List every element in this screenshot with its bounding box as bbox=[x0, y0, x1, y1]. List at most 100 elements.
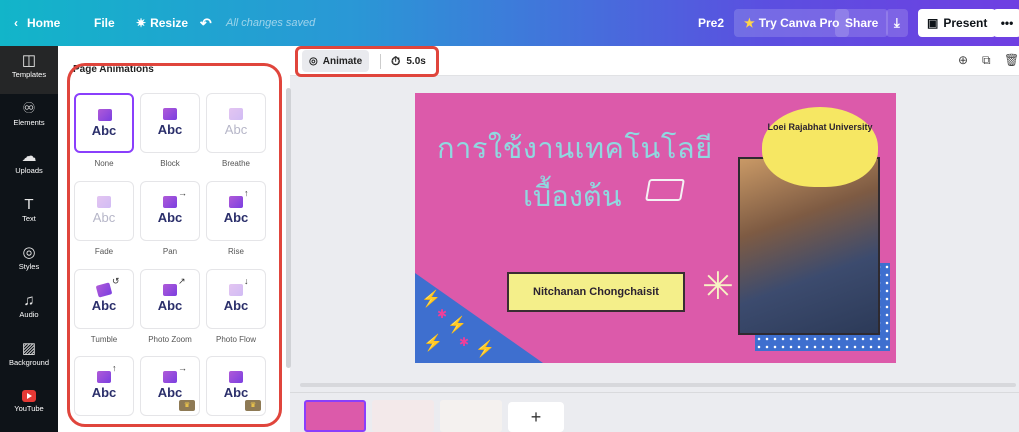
preview-text: Abc bbox=[157, 122, 183, 137]
duration-label: 5.0s bbox=[406, 55, 426, 67]
nav-templates[interactable]: ◫ Templates bbox=[0, 46, 58, 94]
page-thumbnail-1[interactable] bbox=[304, 400, 366, 432]
animation-label: Pan bbox=[162, 247, 178, 256]
crown-icon: ♛ bbox=[245, 400, 261, 411]
preview-text: Abc bbox=[92, 210, 116, 225]
more-options-icon[interactable]: ••• bbox=[993, 9, 1019, 37]
add-page-icon[interactable]: ⊕ bbox=[958, 53, 968, 67]
preview-text: Abc bbox=[224, 122, 248, 137]
nav-elements[interactable]: ♾ Elements bbox=[0, 94, 58, 142]
nav-label: Uploads bbox=[15, 166, 43, 175]
nav-label: YouTube bbox=[14, 404, 44, 413]
animate-icon: ◎ bbox=[309, 55, 318, 67]
download-icon[interactable]: ⤓ bbox=[886, 9, 908, 37]
animate-button[interactable]: ◎ Animate bbox=[302, 50, 370, 72]
animation-photo-flow[interactable]: ↓ Abc bbox=[206, 269, 266, 329]
present-label: Present bbox=[943, 16, 988, 30]
animation-tumble[interactable]: ↺ Abc bbox=[74, 269, 134, 329]
delete-page-icon[interactable]: 🗑 bbox=[1004, 53, 1019, 67]
laptop-icon bbox=[645, 179, 685, 201]
panel-scrollbar[interactable] bbox=[286, 88, 291, 368]
animation-breathe[interactable]: Abc bbox=[206, 93, 266, 153]
resize-button[interactable]: ✷ Resize bbox=[136, 0, 188, 46]
animation-option[interactable]: → Abc ♛ bbox=[140, 356, 200, 416]
present-icon: ▣ bbox=[927, 16, 939, 30]
present-button[interactable]: ▣ Present bbox=[918, 9, 997, 37]
arrow-up-icon: ↑ bbox=[244, 188, 249, 198]
animation-label: Photo Flow bbox=[215, 335, 257, 344]
animation-block[interactable]: Abc bbox=[140, 93, 200, 153]
nav-audio[interactable]: ♫ Audio bbox=[0, 286, 58, 334]
animation-fade[interactable]: Abc bbox=[74, 181, 134, 241]
text-icon: T bbox=[24, 196, 34, 213]
animation-none[interactable]: Abc bbox=[74, 93, 134, 153]
horizontal-scrollbar[interactable] bbox=[300, 383, 1016, 387]
elements-icon: ♾ bbox=[22, 100, 36, 117]
panel-title: Page Animations bbox=[73, 64, 154, 75]
image-icon bbox=[229, 196, 243, 208]
slide-title-line2[interactable]: เบื้องต้น bbox=[523, 173, 622, 219]
arrow-right-icon: → bbox=[178, 188, 187, 198]
animation-photo-zoom[interactable]: ↗ Abc bbox=[140, 269, 200, 329]
toolbar-divider bbox=[380, 54, 381, 69]
home-button[interactable]: ‹ Home bbox=[14, 0, 60, 46]
nav-styles[interactable]: ◎ Styles bbox=[0, 238, 58, 286]
document-title[interactable]: Pre2 bbox=[698, 0, 724, 46]
university-badge bbox=[762, 107, 878, 187]
slide-canvas[interactable]: ⚡ ⚡ ⚡ ⚡ ✱ ✱ การใช้งานเทคโนโลยี เบื้องต้น… bbox=[415, 93, 896, 363]
nav-background[interactable]: ▨ Background bbox=[0, 334, 58, 382]
timing-button[interactable]: ⏱ 5.0s bbox=[386, 50, 431, 72]
undo-icon[interactable]: ↶ bbox=[200, 0, 212, 46]
preview-text: Abc bbox=[223, 385, 249, 400]
nav-label: Styles bbox=[18, 262, 40, 271]
image-icon bbox=[163, 196, 177, 208]
animation-label: Block bbox=[160, 159, 180, 168]
arrow-right-icon: → bbox=[178, 363, 187, 373]
stopwatch-icon: ⏱ bbox=[391, 53, 401, 68]
youtube-icon bbox=[22, 390, 36, 402]
sparkle-icon: ✳ bbox=[702, 266, 734, 308]
chevron-left-icon: ‹ bbox=[14, 16, 18, 30]
animation-option[interactable]: ↑ Abc bbox=[74, 356, 134, 416]
preview-text: Abc bbox=[91, 123, 117, 138]
image-icon bbox=[229, 108, 243, 120]
preview-text: Abc bbox=[223, 210, 249, 225]
animation-rise[interactable]: ↑ Abc bbox=[206, 181, 266, 241]
image-icon bbox=[163, 284, 177, 296]
animation-label: Tumble bbox=[90, 335, 118, 344]
top-bar: ‹ Home File ✷ Resize ↶ All changes saved… bbox=[0, 0, 1019, 46]
nav-youtube[interactable]: YouTube bbox=[0, 382, 58, 430]
star-icon: ✱ bbox=[459, 335, 470, 349]
home-label: Home bbox=[27, 16, 61, 30]
lightning-icon: ⚡ bbox=[475, 341, 495, 358]
slide-title-line1[interactable]: การใช้งานเทคโนโลยี bbox=[437, 125, 713, 171]
try-pro-label: Try Canva Pro bbox=[758, 16, 840, 30]
add-page-button[interactable]: + bbox=[508, 402, 564, 432]
university-name[interactable]: Loei Rajabhat University bbox=[762, 121, 878, 133]
page-thumbnail-2[interactable] bbox=[372, 400, 434, 432]
animation-option[interactable]: Abc ♛ bbox=[206, 356, 266, 416]
duplicate-page-icon[interactable]: ⧉ bbox=[982, 53, 991, 68]
page-thumbnail-3[interactable] bbox=[440, 400, 502, 432]
audio-icon: ♫ bbox=[23, 292, 35, 309]
animation-pan[interactable]: → Abc bbox=[140, 181, 200, 241]
try-canva-pro-button[interactable]: ★ Try Canva Pro bbox=[734, 9, 850, 37]
nav-label: Templates bbox=[11, 70, 47, 79]
crown-icon: ♛ bbox=[179, 400, 195, 411]
preview-text: Abc bbox=[157, 210, 183, 225]
image-icon bbox=[98, 109, 112, 121]
preview-text: Abc bbox=[157, 385, 183, 400]
nav-text[interactable]: T Text bbox=[0, 190, 58, 238]
nav-uploads[interactable]: ☁ Uploads bbox=[0, 142, 58, 190]
preview-text: Abc bbox=[157, 298, 183, 313]
file-menu[interactable]: File bbox=[94, 0, 115, 46]
lightning-icon: ⚡ bbox=[421, 291, 441, 308]
nav-label: Audio bbox=[19, 310, 39, 319]
share-button[interactable]: Share bbox=[835, 9, 889, 37]
lightning-icon: ⚡ bbox=[447, 317, 467, 334]
author-banner[interactable]: Nitchanan Chongchaisit bbox=[507, 272, 685, 312]
background-icon: ▨ bbox=[21, 340, 37, 357]
left-navigation: ◫ Templates ♾ Elements ☁ Uploads T Text … bbox=[0, 46, 58, 432]
preview-text: Abc bbox=[91, 298, 117, 313]
uploads-icon: ☁ bbox=[21, 148, 37, 165]
